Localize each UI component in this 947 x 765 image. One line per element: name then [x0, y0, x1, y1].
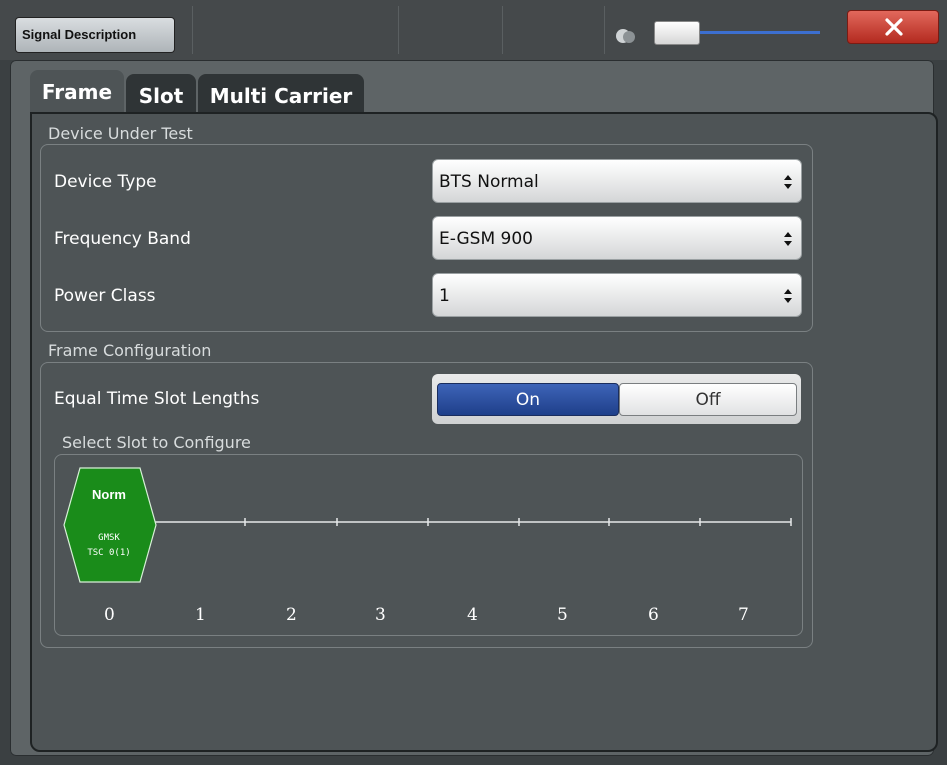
transparency-slider-thumb[interactable] — [654, 21, 700, 45]
slot-timeline — [154, 518, 792, 526]
slot-number[interactable]: 4 — [467, 605, 478, 625]
power-class-label: Power Class — [54, 286, 156, 306]
slot-0-modulation-label: GMSK — [98, 533, 120, 543]
equal-slot-lengths-toggle: On Off — [432, 374, 801, 424]
transparency-slider-track[interactable] — [700, 31, 820, 34]
close-icon — [885, 18, 903, 36]
slot-number[interactable]: 0 — [104, 605, 115, 625]
slot-0-hexagon[interactable] — [62, 466, 158, 588]
device-type-label: Device Type — [54, 172, 157, 192]
slot-number[interactable]: 2 — [286, 605, 297, 625]
tab-multi-carrier-label: Multi Carrier — [209, 84, 353, 108]
frequency-band-dropdown[interactable]: E-GSM 900 — [432, 216, 802, 260]
slot-number[interactable]: 7 — [738, 605, 749, 625]
dropdown-arrows-icon — [784, 232, 792, 246]
slot-number[interactable]: 3 — [375, 605, 386, 625]
window-title-text: Signal Description — [22, 27, 137, 42]
device-type-value: BTS Normal — [439, 172, 539, 192]
title-bar-divider — [502, 6, 503, 54]
toggle-on-button[interactable]: On — [437, 383, 619, 416]
slot-0-tsc-label: TSC 0(1) — [87, 548, 131, 558]
tab-frame[interactable]: Frame — [30, 70, 124, 118]
title-bar-divider — [398, 6, 399, 54]
power-class-value: 1 — [439, 286, 450, 306]
slot-number[interactable]: 1 — [195, 605, 206, 625]
frequency-band-value: E-GSM 900 — [439, 229, 533, 249]
tab-frame-label: Frame — [41, 80, 113, 104]
slot-0-burst-label: Norm — [92, 487, 126, 502]
title-bar-divider — [604, 6, 605, 54]
toggle-icon[interactable] — [613, 26, 641, 46]
toggle-off-button[interactable]: Off — [619, 383, 797, 416]
window-title: Signal Description — [16, 18, 174, 52]
section-label-frame-configuration: Frame Configuration — [48, 341, 212, 360]
close-button[interactable] — [847, 10, 939, 44]
device-type-dropdown[interactable]: BTS Normal — [432, 159, 802, 203]
slot-number[interactable]: 5 — [557, 605, 568, 625]
tab-slot-label: Slot — [138, 84, 184, 108]
dropdown-arrows-icon — [784, 175, 792, 189]
dropdown-arrows-icon — [784, 289, 792, 303]
title-bar-divider — [192, 6, 193, 54]
power-class-dropdown[interactable]: 1 — [432, 273, 802, 317]
equal-slot-lengths-label: Equal Time Slot Lengths — [54, 389, 260, 409]
section-label-device-under-test: Device Under Test — [48, 124, 193, 143]
slot-number[interactable]: 6 — [648, 605, 659, 625]
select-slot-label: Select Slot to Configure — [62, 433, 251, 452]
frequency-band-label: Frequency Band — [54, 229, 191, 249]
